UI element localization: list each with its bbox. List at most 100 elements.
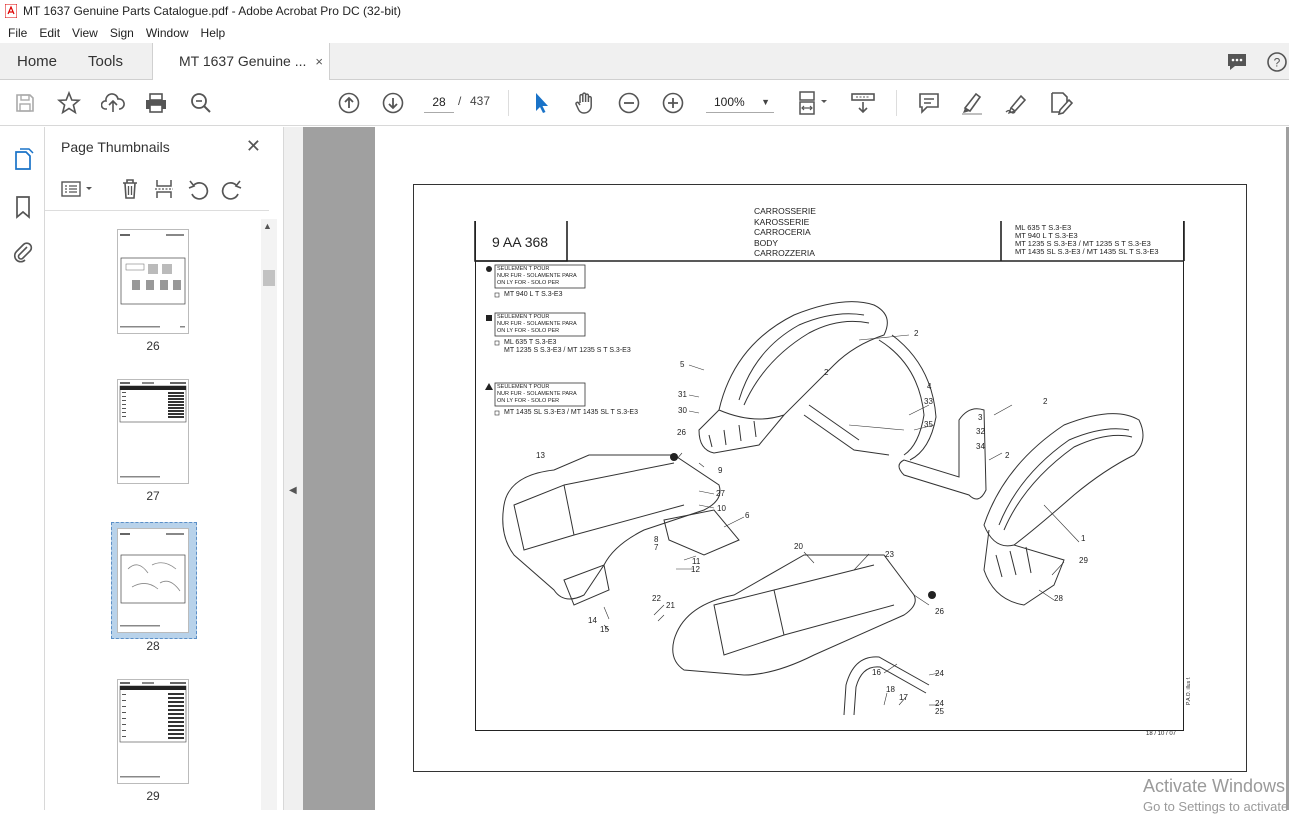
legend-line: ON LY FOR - SOLO PER	[497, 328, 560, 334]
callout: 17	[899, 693, 908, 702]
title-en: BODY	[754, 237, 779, 248]
page-fit-icon[interactable]	[795, 90, 831, 116]
callout: 26	[677, 428, 686, 437]
bookmarks-icon[interactable]	[11, 195, 35, 219]
highlight-pen-icon[interactable]	[959, 90, 985, 116]
collapse-left-icon[interactable]: ◀	[289, 485, 297, 496]
callout: 2	[1043, 397, 1048, 406]
help-icon[interactable]: ?	[1266, 51, 1288, 73]
print-icon[interactable]	[143, 90, 169, 116]
hand-tool-icon[interactable]	[572, 90, 598, 116]
callout: 2	[1005, 451, 1010, 460]
callout: 9	[718, 466, 723, 475]
callout: 33	[924, 397, 933, 406]
menu-help[interactable]: Help	[195, 26, 232, 40]
zoom-select[interactable]: 100% ▼	[706, 91, 774, 113]
scrollbar-thumb[interactable]	[263, 270, 275, 286]
toolbar-divider	[508, 90, 509, 116]
side-note: P.A.O. illus f.	[1186, 676, 1192, 705]
chevron-down-icon: ▼	[761, 97, 770, 107]
page-separator: /	[458, 94, 462, 108]
attachments-icon[interactable]	[11, 240, 35, 264]
model-3: MT 1435 SL S.3-E3 / MT 1435 SL T S.3-E3	[1015, 247, 1159, 256]
page-thumbnails-icon[interactable]	[11, 147, 35, 171]
thumbnail-page-29[interactable]	[117, 679, 189, 784]
callout: 24	[935, 669, 944, 678]
scroll-mode-icon[interactable]	[850, 90, 876, 116]
tab-close-icon[interactable]: ×	[315, 43, 323, 80]
bookmark-star-icon[interactable]	[56, 90, 82, 116]
tab-home[interactable]: Home	[17, 43, 57, 80]
callout: 14	[588, 616, 597, 625]
thumbnail-options-icon[interactable]	[59, 178, 95, 200]
comment-icon[interactable]	[916, 90, 942, 116]
callout: 16	[872, 668, 881, 677]
zoom-out-icon[interactable]	[616, 90, 642, 116]
rotate-left-icon[interactable]	[187, 178, 209, 200]
thumbnail-page-28[interactable]	[117, 528, 189, 633]
callout: 32	[976, 427, 985, 436]
legend-line: ON LY FOR - SOLO PER	[497, 398, 560, 404]
legend-line: ON LY FOR - SOLO PER	[497, 280, 560, 286]
zoom-value: 100%	[714, 95, 745, 109]
legend-model-1: MT 940 L T S.3-E3	[504, 291, 563, 298]
panel-title: Page Thumbnails	[61, 139, 170, 155]
panel-close-icon[interactable]: ✕	[246, 136, 261, 157]
extract-page-icon[interactable]	[153, 178, 175, 200]
callout: 29	[1079, 556, 1088, 565]
rotate-right-icon[interactable]	[221, 178, 243, 200]
menu-view[interactable]: View	[66, 26, 104, 40]
tab-document[interactable]: MT 1637 Genuine ... ×	[152, 43, 330, 81]
callout: 20	[794, 542, 803, 551]
activation-watermark: Activate Windows	[1143, 776, 1286, 796]
pdf-page: 9 AA 368 CARROSSERIE KAROSSERIE CARROCER…	[375, 127, 1286, 810]
legend-line: SEULEMEN T POUR	[497, 314, 550, 320]
menu-file[interactable]: File	[0, 26, 33, 40]
edit-document-icon[interactable]	[1048, 90, 1074, 116]
callout: 10	[717, 504, 726, 513]
thumbnail-label-27: 27	[146, 489, 160, 503]
callout: 28	[1054, 594, 1063, 603]
zoom-in-icon[interactable]	[660, 90, 686, 116]
callout: 21	[666, 601, 675, 610]
document-viewer[interactable]: 9 AA 368 CARROSSERIE KAROSSERIE CARROCER…	[303, 127, 1289, 810]
thumbnail-label-28: 28	[146, 639, 160, 653]
tab-bar: Home Tools MT 1637 Genuine ... × ?	[0, 43, 1289, 81]
left-rail	[0, 127, 45, 810]
section-titles: CARROSSERIE KAROSSERIE CARROCERIA BODY C…	[754, 206, 816, 259]
menu-edit[interactable]: Edit	[33, 26, 66, 40]
save-icon[interactable]	[12, 90, 38, 116]
callout: 22	[652, 594, 661, 603]
title-de: KAROSSERIE	[754, 216, 810, 227]
callout: 13	[536, 451, 545, 460]
previous-page-icon[interactable]	[336, 90, 362, 116]
footer-date: 18 / 10 / 07	[1146, 731, 1177, 737]
legend-line: NUR FUR - SOLAMENTE PARA	[497, 391, 577, 397]
comment-bubble-icon[interactable]	[1226, 52, 1248, 72]
panel-collapse-handle[interactable]: ◀	[284, 127, 303, 810]
acrobat-icon	[5, 4, 17, 18]
select-cursor-icon[interactable]	[528, 90, 554, 116]
scroll-up-icon[interactable]: ▲	[263, 221, 272, 231]
callout: 2	[824, 368, 829, 377]
sign-pen-icon[interactable]	[1003, 90, 1029, 116]
legend-box-2: SEULEMEN T POUR NUR FUR - SOLAMENTE PARA…	[497, 314, 577, 335]
thumbnail-scrollbar[interactable]	[261, 219, 277, 810]
upload-cloud-icon[interactable]	[100, 90, 126, 116]
delete-page-icon[interactable]	[119, 178, 141, 200]
menu-sign[interactable]: Sign	[104, 26, 140, 40]
callout: 30	[678, 406, 687, 415]
menu-window[interactable]: Window	[140, 26, 195, 40]
thumbnail-page-26[interactable]	[117, 229, 189, 334]
page-number-input[interactable]: 28	[424, 91, 454, 113]
thumbnail-label-29: 29	[146, 789, 160, 803]
next-page-icon[interactable]	[380, 90, 406, 116]
title-fr: CARROSSERIE	[754, 206, 816, 216]
page-frame: 9 AA 368 CARROSSERIE KAROSSERIE CARROCER…	[413, 184, 1247, 772]
thumbnail-page-27[interactable]	[117, 379, 189, 484]
zoom-search-icon[interactable]	[188, 90, 214, 116]
legend-box-3: SEULEMEN T POUR NUR FUR - SOLAMENTE PARA…	[497, 384, 577, 405]
callout: 2	[914, 329, 919, 338]
title-it: CARROZZERIA	[754, 248, 815, 258]
tab-tools[interactable]: Tools	[88, 43, 123, 80]
